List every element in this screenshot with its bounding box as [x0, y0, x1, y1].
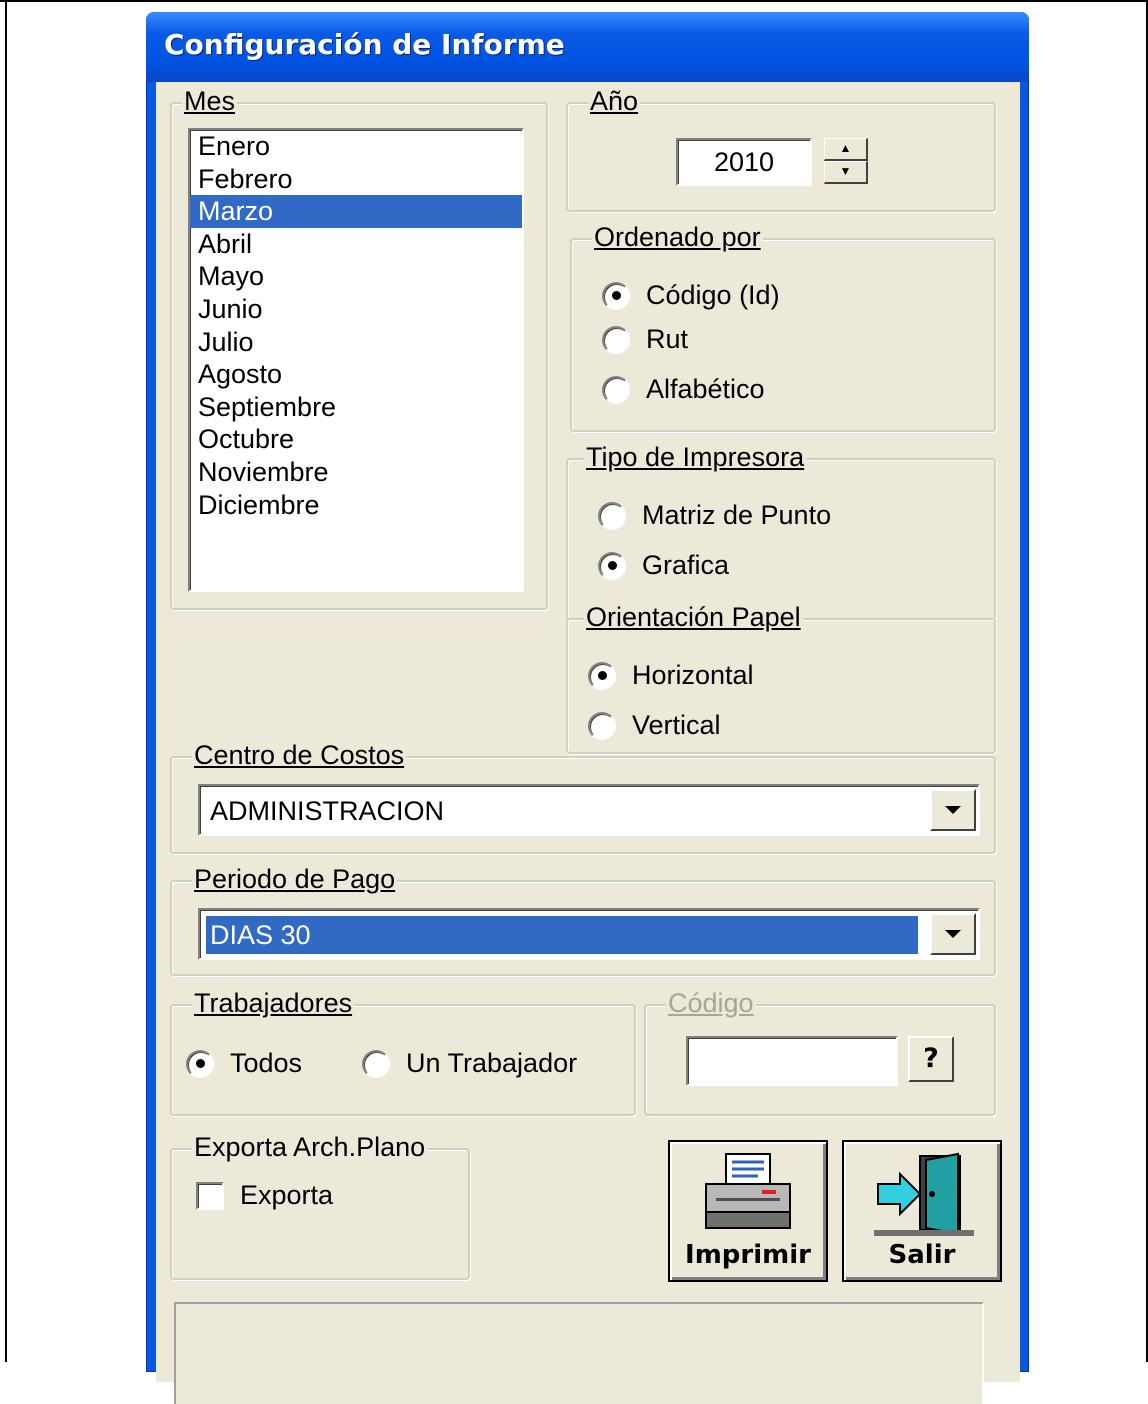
- dialog-client-area: Mes Enero Febrero Marzo Abril Mayo Junio Julio…: [156, 82, 1020, 1404]
- status-panel: [174, 1302, 984, 1404]
- group-impresora: Tipo de Impresora Matriz de Punto Grafic…: [566, 442, 996, 620]
- month-list-item[interactable]: Enero: [190, 130, 522, 163]
- radio-printer-grafica[interactable]: Grafica: [598, 550, 729, 581]
- exit-door-icon: [874, 1152, 974, 1236]
- checkbox-box: [196, 1181, 224, 1210]
- radio-label: Todos: [230, 1048, 303, 1078]
- periodo-legend: Periodo de Pago: [192, 864, 398, 895]
- group-periodo-pago: Periodo de Pago DIAS 30: [170, 864, 996, 976]
- centro-legend: Centro de Costos: [192, 740, 407, 771]
- radio-dot: [598, 501, 626, 530]
- month-list-item[interactable]: Junio: [190, 293, 522, 326]
- mes-legend: Mes: [182, 86, 238, 117]
- radio-printer-matriz[interactable]: Matriz de Punto: [598, 500, 831, 531]
- month-list-item[interactable]: Julio: [190, 326, 522, 359]
- report-config-window: Configuración de Informe Mes Enero Febrer…: [146, 12, 1029, 1404]
- periodo-pago-dropdown-button[interactable]: [930, 913, 976, 955]
- month-list-item[interactable]: Noviembre: [190, 456, 522, 489]
- exporta-checkbox[interactable]: Exporta: [196, 1180, 333, 1211]
- exporta-legend: Exporta Arch.Plano: [192, 1132, 428, 1163]
- radio-dot: [588, 711, 616, 740]
- exit-button[interactable]: Salir: [842, 1140, 1002, 1282]
- radio-label: Alfabético: [646, 374, 765, 404]
- document-top-border: [0, 0, 1148, 2]
- centro-costos-value: ADMINISTRACION: [210, 796, 445, 826]
- periodo-pago-value: DIAS 30: [205, 915, 919, 955]
- radio-label: Grafica: [642, 550, 730, 580]
- group-orientacion: Orientación Papel Horizontal Vertical: [566, 602, 996, 754]
- centro-costos-select[interactable]: ADMINISTRACION: [198, 784, 980, 836]
- radio-label: Rut: [646, 324, 689, 354]
- radio-dot: [602, 281, 630, 310]
- chevron-down-icon: [945, 930, 961, 938]
- group-exporta: Exporta Arch.Plano Exporta: [170, 1132, 470, 1280]
- codigo-input[interactable]: [686, 1036, 898, 1086]
- codigo-help-button[interactable]: ?: [908, 1036, 954, 1082]
- print-button-label: Imprimir: [685, 1240, 811, 1270]
- radio-order-alfabetico[interactable]: Alfabético: [602, 374, 765, 405]
- ordenado-legend: Ordenado por: [592, 222, 763, 253]
- periodo-pago-select[interactable]: DIAS 30: [198, 908, 980, 960]
- group-codigo: Código ?: [644, 988, 996, 1116]
- chevron-down-icon: [945, 806, 961, 814]
- group-centro-costos: Centro de Costos ADMINISTRACION: [170, 740, 996, 854]
- centro-costos-dropdown-button[interactable]: [930, 789, 976, 831]
- month-list-item[interactable]: Marzo: [190, 195, 522, 228]
- radio-order-codigo[interactable]: Código (Id): [602, 280, 780, 311]
- radio-orient-horizontal[interactable]: Horizontal: [588, 660, 754, 691]
- radio-dot: [598, 551, 626, 580]
- anio-legend: Año: [588, 86, 641, 117]
- radio-dot: [186, 1049, 214, 1078]
- month-list-item[interactable]: Diciembre: [190, 489, 522, 522]
- radio-orient-vertical[interactable]: Vertical: [588, 710, 721, 741]
- impresora-legend: Tipo de Impresora: [584, 442, 807, 473]
- month-list-item[interactable]: Mayo: [190, 260, 522, 293]
- month-listbox[interactable]: Enero Febrero Marzo Abril Mayo Junio Julio Agos…: [188, 128, 524, 592]
- month-list-item[interactable]: Febrero: [190, 163, 522, 196]
- printer-icon: [705, 1153, 791, 1229]
- group-anio: Año 2010 ▲ ▼: [566, 86, 996, 212]
- radio-trab-todos[interactable]: Todos: [186, 1048, 302, 1079]
- radio-label: Horizontal: [632, 660, 754, 690]
- radio-dot: [602, 375, 630, 404]
- orientacion-legend: Orientación Papel: [584, 602, 803, 633]
- year-up-button[interactable]: ▲: [824, 138, 868, 161]
- radio-dot: [588, 661, 616, 690]
- group-trabajadores: Trabajadores Todos Un Trabajador: [170, 988, 636, 1116]
- year-spinner: ▲ ▼: [824, 138, 868, 184]
- month-list-item[interactable]: Octubre: [190, 423, 522, 456]
- radio-label: Código (Id): [646, 280, 780, 310]
- year-down-button[interactable]: ▼: [824, 161, 868, 184]
- exporta-checkbox-label: Exporta: [240, 1180, 334, 1210]
- exit-button-label: Salir: [888, 1240, 956, 1270]
- radio-label: Vertical: [632, 710, 721, 740]
- radio-order-rut[interactable]: Rut: [602, 324, 688, 355]
- month-list-item[interactable]: Agosto: [190, 358, 522, 391]
- codigo-legend: Código: [666, 988, 756, 1019]
- group-mes: Mes Enero Febrero Marzo Abril Mayo Junio Julio…: [170, 86, 548, 610]
- radio-label: Un Trabajador: [406, 1048, 578, 1078]
- year-input[interactable]: 2010: [676, 138, 812, 186]
- radio-label: Matriz de Punto: [642, 500, 832, 530]
- group-ordenado: Ordenado por Código (Id) Rut Alfabético: [570, 222, 996, 432]
- print-button[interactable]: Imprimir: [668, 1140, 828, 1282]
- month-list-item[interactable]: Abril: [190, 228, 522, 261]
- radio-dot: [362, 1049, 390, 1078]
- window-title: Configuración de Informe: [164, 28, 565, 61]
- document-left-border: [5, 0, 7, 1362]
- title-bar[interactable]: Configuración de Informe: [146, 12, 1029, 82]
- radio-trab-uno[interactable]: Un Trabajador: [362, 1048, 577, 1079]
- radio-dot: [602, 325, 630, 354]
- month-list-item[interactable]: Septiembre: [190, 391, 522, 424]
- trabajadores-legend: Trabajadores: [192, 988, 355, 1019]
